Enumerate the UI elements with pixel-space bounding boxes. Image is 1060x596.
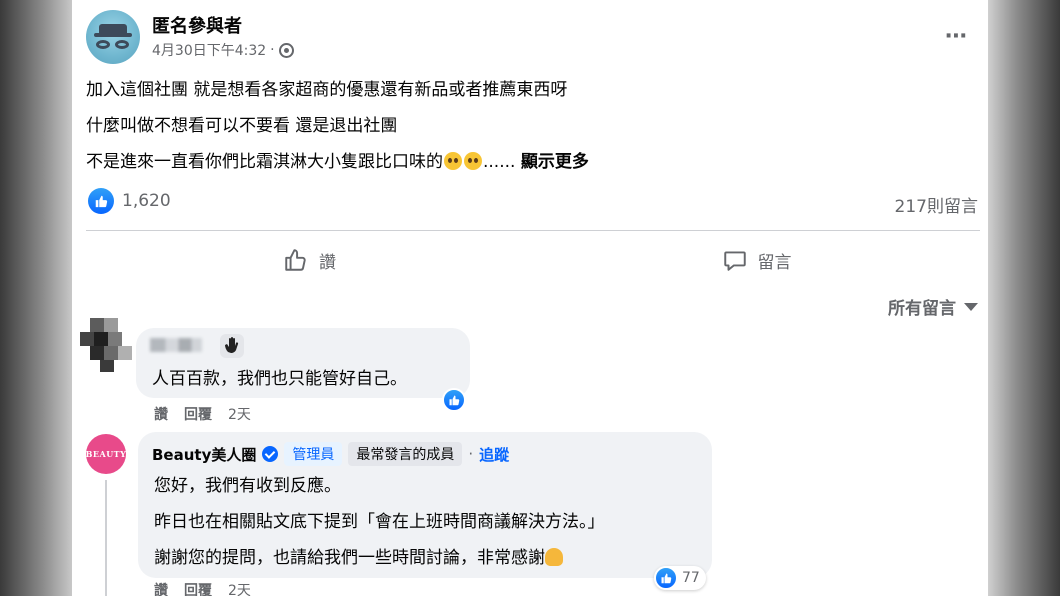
sort-label: 所有留言 xyxy=(888,299,956,319)
admin-comment-bubble: Beauty美人圈 管理員 最常發言的成員 · 追蹤 您好，我們有收到反應。 昨… xyxy=(138,432,712,578)
post-actions: 讚 留言 xyxy=(86,240,980,280)
blurred-background-right xyxy=(988,0,1060,596)
comment-author-row: Beauty美人圈 管理員 最常發言的成員 · 追蹤 xyxy=(152,442,509,466)
poster-name[interactable]: 匿名參與者 xyxy=(152,12,242,38)
follow-link[interactable]: 追蹤 xyxy=(479,444,509,465)
reply-thread-line xyxy=(105,480,107,596)
admin-comment-line-3-row: 謝謝您的提問，也請給我們一些時間討論，非常感謝 xyxy=(154,540,605,576)
divider xyxy=(86,230,980,231)
post-line-1: 加入這個社團 就是想看各家超商的優惠還有新品或者推薦東西呀 xyxy=(86,80,568,100)
admin-comment-meta: 讚 回覆 2天 xyxy=(154,580,251,596)
globe-icon xyxy=(278,42,294,58)
comment-author-name[interactable]: Beauty美人圈 xyxy=(152,444,256,465)
admin-comment-text: 您好，我們有收到反應。 昨日也在相關貼文底下提到「會在上班時間商議解決方法。」 … xyxy=(154,468,605,576)
pleading-face-emoji-icon xyxy=(444,152,462,170)
avatar-logo-text: BEAUTY xyxy=(85,449,127,459)
like-button[interactable]: 讚 xyxy=(86,240,533,280)
post-body: 加入這個社團 就是想看各家超商的優惠還有新品或者推薦東西呀 什麼叫做不想看可以不… xyxy=(86,72,966,180)
comment-button-label: 留言 xyxy=(757,252,792,273)
facebook-post: 匿名參與者 4月30日下午4:32 · ⋯ 加入這個社團 就是想看各家超商的優惠… xyxy=(72,0,988,596)
anonymous-avatar[interactable] xyxy=(86,10,140,64)
see-more-link[interactable]: 顯示更多 xyxy=(521,152,589,172)
like-reaction-icon xyxy=(442,388,466,412)
like-button-label: 讚 xyxy=(319,252,336,273)
post-line-3-text: 不是進來一直看你們比霜淇淋大小隻跟比口味的 xyxy=(86,152,443,172)
dot-separator: · xyxy=(468,445,474,463)
like-reaction-icon xyxy=(88,188,114,214)
glasses-right xyxy=(115,40,129,49)
post-line-3: 不是進來一直看你們比霜淇淋大小隻跟比口味的...... 顯示更多 xyxy=(86,144,966,180)
ellipsis: ...... xyxy=(483,152,516,172)
comment-sort-dropdown[interactable]: 所有留言 xyxy=(888,294,978,319)
glasses-left xyxy=(96,40,110,49)
like-reaction-icon xyxy=(654,566,678,590)
comment-count[interactable]: 217則留言 xyxy=(895,192,978,217)
beauty-group-avatar[interactable]: BEAUTY xyxy=(86,434,126,474)
admin-comment-line-1: 您好，我們有收到反應。 xyxy=(154,476,341,496)
waving-hand-badge-icon xyxy=(220,334,244,358)
comment-bubble: 人百百款，我們也只能管好自己。 xyxy=(136,328,470,398)
post-line-2: 什麼叫做不想看可以不要看 還是退出社團 xyxy=(86,116,398,136)
post-meta: 4月30日下午4:32 · xyxy=(152,40,294,60)
comment-like-reaction[interactable] xyxy=(442,388,466,416)
admin-comment-line-2: 昨日也在相關貼文底下提到「會在上班時間商議解決方法。」 xyxy=(154,512,605,532)
comment-button[interactable]: 留言 xyxy=(533,240,980,280)
comment-meta: 讚 回覆 2天 xyxy=(154,404,251,424)
reaction-summary[interactable]: 1,620 xyxy=(88,188,171,214)
verified-check-icon xyxy=(262,446,279,462)
top-contributor-badge: 最常發言的成員 xyxy=(348,442,463,466)
blurred-background-left xyxy=(0,0,72,596)
admin-comment-reply-link[interactable]: 回覆 xyxy=(184,580,212,596)
comment-time[interactable]: 2天 xyxy=(228,404,251,424)
commenter-avatar-pixelated[interactable] xyxy=(80,318,134,372)
reaction-count: 1,620 xyxy=(122,191,171,211)
admin-comment-like-link[interactable]: 讚 xyxy=(154,580,168,596)
admin-comment-time[interactable]: 2天 xyxy=(228,580,251,596)
meta-separator: · xyxy=(270,42,275,58)
post-header: 匿名參與者 4月30日下午4:32 · ⋯ xyxy=(86,8,976,64)
caret-down-icon xyxy=(964,302,978,311)
thumbs-up-icon xyxy=(285,249,306,271)
pleading-face-emoji-icon xyxy=(464,152,482,170)
speech-bubble-icon xyxy=(723,251,746,271)
hat-brim xyxy=(94,33,132,37)
comment-like-link[interactable]: 讚 xyxy=(154,404,168,424)
admin-comment-reactions[interactable]: 77 xyxy=(654,566,706,590)
post-timestamp[interactable]: 4月30日下午4:32 xyxy=(152,40,266,60)
folded-hands-emoji-icon xyxy=(545,548,563,566)
admin-badge: 管理員 xyxy=(284,442,343,466)
comment-text: 人百百款，我們也只能管好自己。 xyxy=(152,369,407,389)
commenter-name-blurred[interactable] xyxy=(150,338,202,352)
comment-reply-link[interactable]: 回覆 xyxy=(184,404,212,424)
more-options-icon[interactable]: ⋯ xyxy=(945,24,968,49)
admin-comment-like-count: 77 xyxy=(682,570,700,586)
admin-comment-line-3: 謝謝您的提問，也請給我們一些時間討論，非常感謝 xyxy=(154,548,545,568)
